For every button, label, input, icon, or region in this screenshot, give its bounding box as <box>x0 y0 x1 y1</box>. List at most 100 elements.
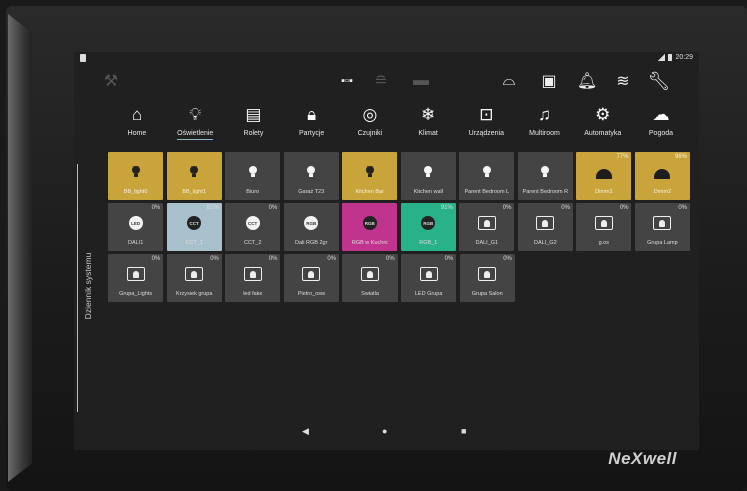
tile-icon-wrap <box>653 163 671 181</box>
rgb-on-icon: RGB <box>362 216 377 230</box>
light-tile[interactable]: 91% RGB RGB_1 <box>400 203 456 251</box>
light-group-icon <box>361 267 380 281</box>
light-tile[interactable]: 0% Pietro_osw <box>283 254 340 302</box>
nav-automation[interactable]: ⚙ Automatyka <box>574 104 632 146</box>
bezel-edge <box>8 14 32 482</box>
tile-label: Kitchen Bar <box>355 189 384 195</box>
light-group-icon <box>536 216 555 230</box>
light-tile[interactable]: · · BB_light1 <box>166 152 222 200</box>
nav-weather[interactable]: ☁ Pogoda <box>632 104 690 146</box>
tile-label: RGB_1 <box>419 240 438 246</box>
led-icon: LED <box>128 216 143 230</box>
light-group-icon <box>243 267 262 281</box>
wifi-icon[interactable]: ≋ <box>612 70 634 92</box>
nav-multiroom[interactable]: ♫ Multiroom <box>516 104 574 146</box>
light-tile[interactable]: 0% CCT CCT_2 <box>225 203 281 251</box>
nav-label: Oświetlenie <box>177 130 214 140</box>
tile-level: 0% <box>327 256 337 262</box>
light-tile[interactable]: 0% LED Grupa <box>400 254 457 302</box>
tile-icon-wrap <box>243 265 262 283</box>
recents-icon[interactable]: ■ <box>461 426 466 436</box>
tile-label: BB_light0 <box>123 189 148 195</box>
wrench-icon[interactable]: 🔧︎ <box>648 70 671 92</box>
bulb-icon <box>306 166 316 178</box>
light-tile[interactable]: Parent Bedroom L <box>459 152 515 200</box>
category-nav: ⌂ Home 💡︎ Oświetlenie ▤ Rolety 🔒︎ Partyc… <box>108 104 690 146</box>
light-tile[interactable]: 0% LED DALI1 <box>108 203 164 251</box>
light-tile[interactable]: 0% Grupa_Lights <box>108 254 164 302</box>
nav-partitions[interactable]: 🔒︎ Partycje <box>283 104 341 146</box>
light-tile[interactable]: Biuro <box>225 152 281 200</box>
light-tile[interactable]: · · BB_light0 <box>108 152 164 200</box>
battery-icon <box>668 54 673 61</box>
light-tile[interactable]: 77% Dimm1 <box>576 152 632 200</box>
tile-icon-wrap <box>594 214 613 232</box>
light-tile[interactable]: 0% Krzysiek grupa <box>166 254 222 302</box>
light-tile[interactable]: 0% g.os <box>576 203 632 251</box>
light-tile[interactable]: Parent Bedroom R <box>517 152 573 200</box>
light-tile[interactable]: 0% Grupa Lamp <box>634 203 691 251</box>
nav-blinds[interactable]: ▤ Rolety <box>224 104 282 146</box>
sensor-icon: ◎ <box>362 105 378 124</box>
tile-icon-wrap: RGB <box>361 214 379 232</box>
socket-icon: ⊡ <box>479 105 494 124</box>
nav-climate[interactable]: ❄ Klimat <box>399 104 457 146</box>
light-tile[interactable]: 0% led fake <box>225 254 281 302</box>
tools-icon[interactable]: ⚒ <box>100 70 122 92</box>
tile-icon-wrap <box>302 163 320 181</box>
bulb-icon: 💡︎ <box>189 105 202 124</box>
tile-label: DALI_G1 <box>475 240 499 246</box>
nav-home[interactable]: ⌂ Home <box>108 104 166 146</box>
tile-icon-wrap: · · <box>185 163 203 181</box>
hvac-icon[interactable]: ≘ <box>370 70 392 92</box>
home-icon[interactable]: ● <box>382 426 387 436</box>
tile-icon-wrap <box>653 214 672 232</box>
system-log-tab[interactable]: Dziennik systemu <box>83 241 95 331</box>
tile-level: 0% <box>268 205 278 211</box>
tile-level: 0% <box>678 205 688 211</box>
bell-icon[interactable]: 🔔︎ <box>576 70 598 92</box>
tile-icon-wrap: RGB <box>302 214 320 232</box>
bulb-on-icon: · · <box>365 163 375 178</box>
clock: 20:29 <box>675 54 693 61</box>
tile-icon-wrap <box>185 265 204 283</box>
status-bar: 20:29 <box>74 52 699 66</box>
nav-label: Multiroom <box>529 130 560 137</box>
nav-sensors[interactable]: ◎ Czujniki <box>341 104 399 146</box>
house-icon: ⌂ <box>131 105 143 124</box>
camera-icon[interactable]: ⌓ <box>498 70 520 92</box>
tile-level: 0% <box>503 256 512 262</box>
tile-icon-wrap: CCT <box>244 214 262 232</box>
lock-icon[interactable]: ▣ <box>538 70 560 92</box>
brand-logo: NeXwell <box>608 449 677 468</box>
bulb-on-icon: · · <box>189 163 199 178</box>
light-tile[interactable]: Garaż T23 <box>283 152 339 200</box>
light-tile[interactable]: 0% DALI_G1 <box>459 203 515 251</box>
light-tile[interactable]: 0% Grupa Salon <box>459 254 515 302</box>
tile-label: DALI_G2 <box>534 240 557 246</box>
scene-icon[interactable]: ▪▫▪ <box>336 70 358 92</box>
tile-level: 0% <box>502 205 512 211</box>
light-tile[interactable]: RGB Dali RGB 2gr <box>283 203 339 251</box>
light-tile[interactable]: 81% CCT CCT_1 <box>166 203 222 251</box>
signal-icon <box>657 54 666 61</box>
screen-icon[interactable]: ▬ <box>410 70 432 92</box>
nav-lighting[interactable]: 💡︎ Oświetlenie <box>166 104 224 146</box>
tile-icon-wrap <box>419 163 437 181</box>
dimmer-icon <box>654 169 671 179</box>
bulb-icon <box>540 166 550 178</box>
back-icon[interactable]: ◀ <box>302 426 309 437</box>
light-tile[interactable]: 0% Swiatla <box>342 254 398 302</box>
light-tile[interactable]: 0% DALI_G2 <box>517 203 573 251</box>
tile-label: Biuro <box>246 189 260 195</box>
light-tile[interactable]: · · Kitchen Bar <box>342 152 398 200</box>
light-tile[interactable]: Kitchen wall <box>400 152 456 200</box>
light-tile[interactable]: 96% Dimm2 <box>634 152 691 200</box>
nav-devices[interactable]: ⊡ Urządzenia <box>457 104 515 146</box>
light-tile[interactable]: RGB RGB w Kuchni <box>342 203 398 251</box>
nav-label: Klimat <box>418 130 438 137</box>
tile-level: 0% <box>210 256 219 262</box>
tile-icon-wrap <box>302 265 321 283</box>
music-icon: ♫ <box>538 105 551 124</box>
tile-label: LED Grupa <box>414 291 443 297</box>
